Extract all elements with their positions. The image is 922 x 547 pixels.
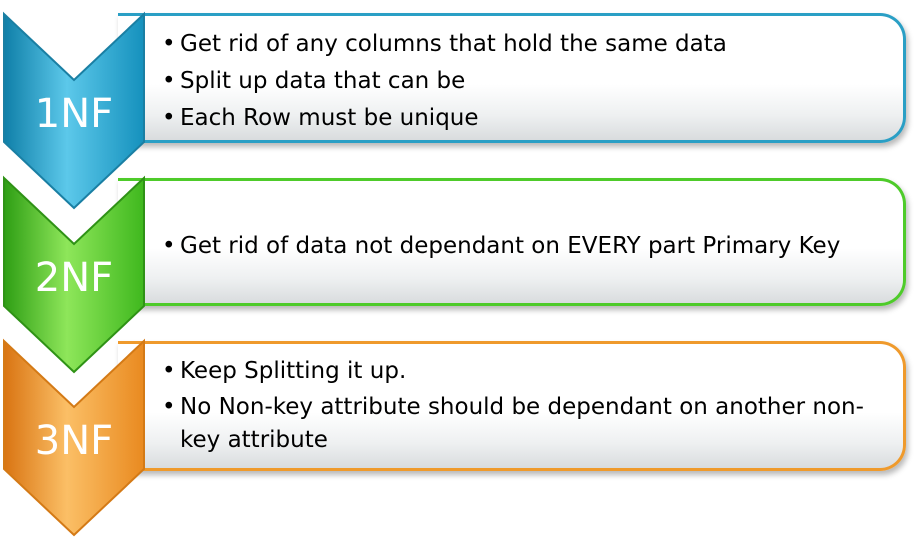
step-2-box: Get rid of data not dependant on EVERY p…: [118, 178, 906, 306]
step-3-bullet-2: No Non-key attribute should be dependant…: [162, 391, 883, 457]
step-1-bullet-2: Split up data that can be: [162, 63, 883, 100]
step-3-label: 3NF: [35, 418, 113, 464]
step-3-box: Keep Splitting it up. No Non-key attribu…: [118, 341, 906, 471]
step-3-chevron: 3NF: [2, 338, 145, 537]
step-1-label: 1NF: [35, 91, 113, 137]
normal-forms-diagram: Get rid of any columns that hold the sam…: [0, 0, 922, 547]
step-1-box: Get rid of any columns that hold the sam…: [118, 13, 906, 143]
step-1-bullet-3: Each Row must be unique: [162, 100, 883, 137]
step-2-label: 2NF: [35, 255, 113, 301]
step-1-bullet-1: Get rid of any columns that hold the sam…: [162, 26, 883, 63]
step-3-bullet-1: Keep Splitting it up.: [162, 354, 883, 389]
step-2-bullet-1: Get rid of data not dependant on EVERY p…: [162, 228, 883, 265]
step-3-bullets: Keep Splitting it up. No Non-key attribu…: [162, 354, 883, 457]
step-2-bullets: Get rid of data not dependant on EVERY p…: [162, 228, 883, 265]
step-1-bullets: Get rid of any columns that hold the sam…: [162, 26, 883, 137]
